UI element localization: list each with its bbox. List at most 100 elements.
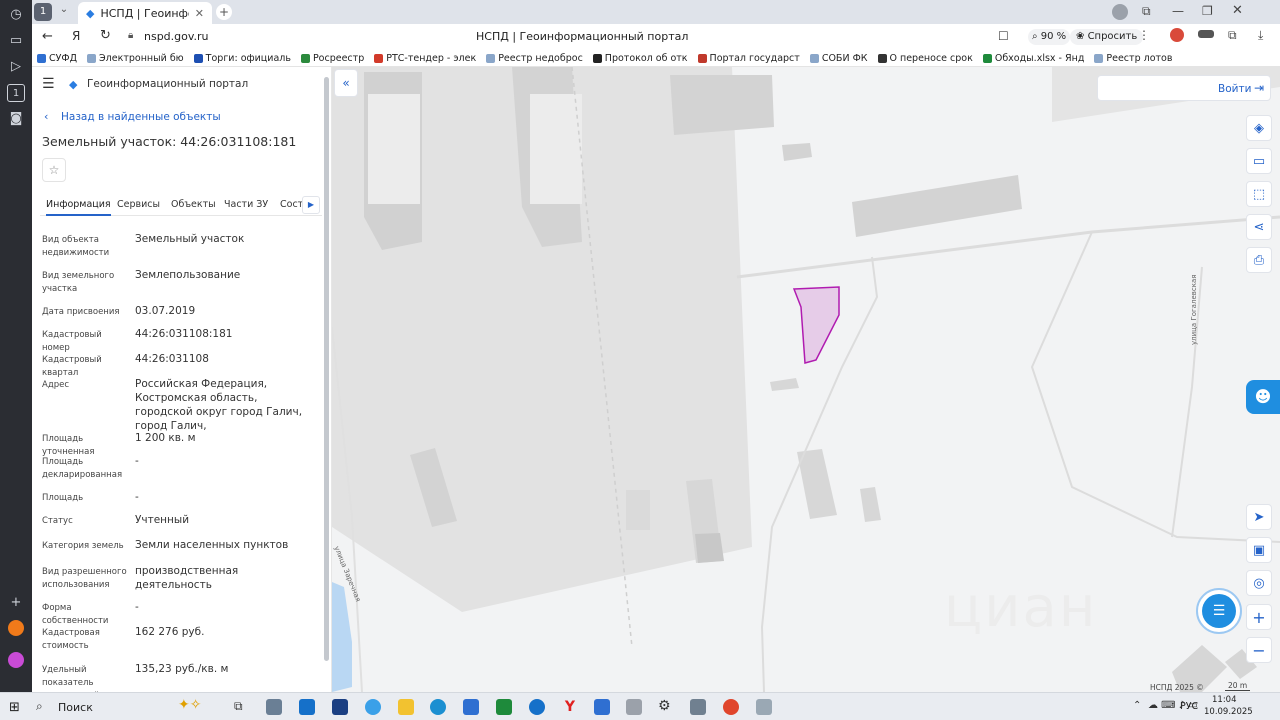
bookmark-item[interactable]: Реестр недоброс: [481, 53, 588, 64]
word-icon[interactable]: [463, 699, 479, 715]
app-icon[interactable]: [756, 699, 772, 715]
add-icon[interactable]: +: [7, 594, 25, 612]
share-icon[interactable]: ⋖: [1246, 214, 1272, 240]
chat-bubble-icon[interactable]: ☰: [1202, 594, 1236, 628]
app-icon[interactable]: [529, 699, 545, 715]
panels-icon[interactable]: ⧉: [1228, 28, 1237, 43]
extension-icon[interactable]: [1170, 28, 1184, 42]
excel-icon[interactable]: [496, 699, 512, 715]
bookmark-item[interactable]: РТС-тендер - элек: [369, 53, 481, 64]
app-icon[interactable]: [690, 699, 706, 715]
yandex-browser-icon[interactable]: Y: [562, 699, 578, 715]
ruler-icon[interactable]: ▭: [1246, 148, 1272, 174]
bookmark-item[interactable]: СОБИ ФК: [805, 53, 873, 64]
app-icon[interactable]: [332, 699, 348, 715]
ie-icon[interactable]: [365, 699, 381, 715]
bookmark-icon[interactable]: ☐: [998, 29, 1009, 43]
bookmark-item[interactable]: СУФД: [32, 53, 82, 64]
clock-time[interactable]: 11:04: [1212, 695, 1237, 705]
bookmark-item[interactable]: Электронный бю: [82, 53, 189, 64]
bookmark-item[interactable]: Протокол об отк: [588, 53, 693, 64]
search-icon[interactable]: ⌕: [36, 699, 43, 714]
zoom-in-button[interactable]: +: [1246, 604, 1272, 630]
taskbar-search[interactable]: Поиск: [58, 701, 93, 714]
app-icon-alice[interactable]: [8, 652, 24, 668]
ask-button[interactable]: ❀ Спросить: [1070, 29, 1144, 45]
language-indicator[interactable]: РУС: [1180, 701, 1198, 712]
calendar-icon[interactable]: [594, 699, 610, 715]
task-view-icon[interactable]: ⧉: [234, 699, 243, 714]
bookmark-item[interactable]: Портал государст: [693, 53, 805, 64]
tabs-counter-button[interactable]: 1: [34, 3, 52, 21]
collections-icon[interactable]: ▭: [7, 32, 25, 50]
play-icon[interactable]: ▷: [7, 58, 25, 76]
back-arrow-icon[interactable]: ←: [42, 29, 53, 44]
building-inner: [530, 94, 582, 204]
bookmark-favicon-icon: [1094, 53, 1104, 63]
tab-services[interactable]: Сервисы: [117, 199, 160, 216]
print-icon[interactable]: ⎙: [1246, 247, 1272, 273]
tab-info[interactable]: Информация: [46, 199, 111, 216]
tabs-scroll-right-icon[interactable]: ▶: [302, 196, 320, 214]
yandex-icon[interactable]: Я: [72, 29, 80, 43]
app-icon-orange[interactable]: [8, 620, 24, 636]
profile-avatar[interactable]: [1112, 4, 1128, 20]
camera-icon[interactable]: ◙: [7, 110, 25, 128]
collapse-panel-button[interactable]: «: [334, 69, 358, 97]
select-area-icon[interactable]: ⬚: [1246, 181, 1272, 207]
url-text[interactable]: nspd.gov.ru: [144, 30, 209, 43]
more-menu-icon[interactable]: ⋮: [1138, 28, 1150, 42]
close-icon[interactable]: ✕: [195, 7, 204, 20]
history-icon[interactable]: ◷: [7, 6, 25, 24]
tab-parts[interactable]: Части ЗУ: [224, 199, 268, 216]
explorer-icon[interactable]: [398, 699, 414, 715]
star-icon[interactable]: ☆: [42, 158, 66, 182]
property-value: 44:26:031108:181: [135, 328, 233, 340]
download-icon[interactable]: ⤓: [1258, 28, 1263, 43]
new-tab-button[interactable]: +: [216, 4, 232, 20]
property-label: Вид объекта недвижимости: [42, 235, 110, 258]
chat-support-icon[interactable]: ☻: [1246, 380, 1280, 414]
map-canvas[interactable]: улица Гогалевская улица Заречная циан « …: [332, 67, 1280, 692]
navigate-icon[interactable]: ➤: [1246, 504, 1272, 530]
toggle-icon[interactable]: [1198, 30, 1214, 38]
building: [626, 490, 650, 530]
chevron-down-icon[interactable]: ⌄: [56, 4, 72, 20]
minimap-icon[interactable]: ▣: [1246, 537, 1272, 563]
app-icon[interactable]: [626, 699, 642, 715]
window-close-icon[interactable]: ✕: [1232, 3, 1243, 18]
land-parcel-44-26-031108-181[interactable]: [792, 286, 840, 364]
zoom-indicator[interactable]: ⌕ 90 %: [1028, 29, 1071, 45]
bookmark-item[interactable]: Росреестр: [296, 53, 369, 64]
outlook-icon[interactable]: [299, 699, 315, 715]
bookmark-item[interactable]: Реестр лотов: [1089, 53, 1177, 64]
edge-icon[interactable]: [430, 699, 446, 715]
tab-counter-icon[interactable]: 1: [7, 84, 25, 102]
tray-chevron-icon[interactable]: ⌃: [1133, 700, 1141, 711]
login-button[interactable]: Войти: [1218, 83, 1251, 95]
bookmark-favicon-icon: [486, 53, 496, 63]
bookmark-item[interactable]: Обходы.xlsx - Янд: [978, 53, 1090, 64]
settings-gear-icon[interactable]: ⚙: [658, 698, 671, 714]
chevron-left-icon[interactable]: ‹: [44, 110, 48, 123]
bookmark-item[interactable]: Торги: официаль: [189, 53, 296, 64]
app-icon[interactable]: [266, 699, 282, 715]
chrome-icon[interactable]: [723, 699, 739, 715]
login-icon[interactable]: ⇥: [1254, 81, 1264, 95]
back-link[interactable]: Назад в найденные объекты: [61, 111, 221, 123]
hamburger-menu-icon[interactable]: ☰: [42, 76, 55, 92]
zoom-out-button[interactable]: −: [1246, 637, 1272, 663]
layers-icon[interactable]: ◈: [1246, 115, 1272, 141]
windows-start-icon[interactable]: ⊞: [9, 700, 20, 715]
maximize-icon[interactable]: ❐: [1202, 4, 1213, 18]
downloads-menu-icon[interactable]: ⧉: [1142, 4, 1151, 19]
bookmark-item[interactable]: О переносе срок: [873, 53, 978, 64]
tab-objects[interactable]: Объекты: [171, 199, 216, 216]
minimize-icon[interactable]: —: [1172, 4, 1184, 18]
reload-icon[interactable]: ↻: [100, 28, 111, 43]
clock-date[interactable]: 10.09.2025: [1204, 707, 1253, 717]
bookmark-label: Реестр лотов: [1106, 52, 1173, 64]
panel-scrollbar[interactable]: [324, 77, 329, 661]
location-icon[interactable]: ◎: [1246, 570, 1272, 596]
active-tab[interactable]: ◆ НСПД | Геоинформационный портал ✕: [78, 2, 212, 24]
